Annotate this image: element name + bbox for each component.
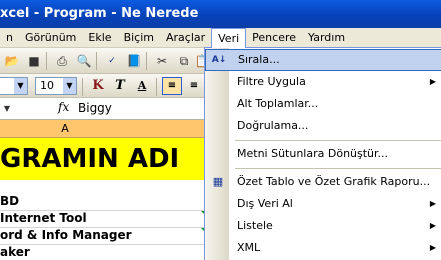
submenu-arrow-icon: ▶ (429, 221, 436, 230)
table-row[interactable]: Internet Tool (0, 211, 210, 228)
menu-tools[interactable]: Araçlar (160, 29, 211, 47)
menu-window[interactable]: Pencere (246, 29, 302, 47)
bold-button[interactable]: K (88, 77, 108, 95)
menu-data[interactable]: Veri (211, 28, 247, 48)
underline-button[interactable]: A (132, 77, 152, 95)
font-size-dropdown[interactable]: 10 ▼ (35, 77, 77, 95)
title-bar: xcel - Program - Ne Nerede (0, 0, 441, 28)
menu-item-sort[interactable]: A↓ Sırala... (205, 49, 441, 71)
toolbar-separator (146, 52, 147, 70)
spelling-icon[interactable]: ✓ (102, 51, 122, 71)
menu-item-label: Dış Veri Al (237, 197, 293, 210)
menu-bar: n Görünüm Ekle Biçim Araçlar Veri Pencer… (0, 28, 441, 48)
submenu-arrow-icon: ▶ (429, 77, 436, 86)
print-icon[interactable]: ⎙ (52, 51, 72, 71)
menu-item-xml[interactable]: XML ▶ (205, 237, 441, 259)
research-icon[interactable]: 📘 (124, 51, 144, 71)
menu-separator (235, 140, 441, 141)
menu-item-label: Filtre Uygula (237, 75, 306, 88)
menu-help[interactable]: Yardım (302, 29, 351, 47)
menu-item-import-external-data[interactable]: Dış Veri Al ▶ (205, 193, 441, 215)
cell-text: aker (0, 245, 30, 259)
align-center-button[interactable]: ≡ (184, 77, 204, 95)
table-row[interactable]: BD (0, 194, 210, 211)
formula-input[interactable]: Biggy (78, 101, 112, 115)
table-row[interactable]: aker (0, 245, 210, 260)
menu-insert[interactable]: Ekle (82, 29, 117, 47)
font-name-dropdown[interactable]: ▼ (0, 77, 28, 95)
menu-item-label: Doğrulama... (237, 119, 309, 132)
toolbar-separator (156, 78, 157, 96)
cell-text: ord & Info Manager (0, 228, 132, 242)
toolbar-separator (82, 78, 83, 96)
menu-item-filter[interactable]: Filtre Uygula ▶ (205, 71, 441, 93)
cell-text: BD (0, 194, 20, 208)
print-preview-icon[interactable]: 🔍 (74, 51, 94, 71)
menu-item-subtotals[interactable]: Alt Toplamlar... (205, 93, 441, 115)
menu-item-label: Metni Sütunlara Dönüştür... (237, 147, 389, 160)
menu-item-pivot-table[interactable]: ▦ Özet Tablo ve Özet Grafik Raporu... (205, 171, 441, 193)
copy-icon[interactable]: ⧉ (174, 51, 194, 71)
menu-item-label: Özet Tablo ve Özet Grafik Raporu... (237, 175, 431, 188)
submenu-arrow-icon: ▶ (429, 199, 436, 208)
menu-view[interactable]: Görünüm (19, 29, 82, 47)
open-icon[interactable]: 📂 (2, 51, 22, 71)
toolbar-separator (96, 52, 97, 70)
table-row[interactable]: ord & Info Manager (0, 228, 210, 245)
save-icon[interactable]: ■ (24, 51, 44, 71)
menu-item-label: Alt Toplamlar... (237, 97, 319, 110)
menu-item-validation[interactable]: Doğrulama... (205, 115, 441, 137)
cell-text: Internet Tool (0, 211, 87, 225)
menu-format[interactable]: Biçim (118, 29, 160, 47)
menu-item-list[interactable]: Listele ▶ (205, 215, 441, 237)
sort-icon: A↓ (211, 55, 227, 65)
cut-icon[interactable]: ✂ (152, 51, 172, 71)
submenu-arrow-icon: ▶ (429, 243, 436, 252)
menu-file[interactable]: n (0, 29, 19, 47)
pivot-table-icon: ▦ (212, 175, 224, 188)
data-menu-dropdown: A↓ Sırala... Filtre Uygula ▶ Alt Toplaml… (204, 47, 441, 260)
align-left-button[interactable]: ≡ (162, 77, 182, 95)
chevron-down-icon: ▼ (63, 78, 76, 94)
fx-icon[interactable]: fx (58, 100, 69, 114)
toolbar-separator (46, 52, 47, 70)
font-size-value: 10 (40, 79, 54, 92)
name-box-dropdown-icon[interactable]: ▼ (0, 100, 14, 117)
menu-item-text-to-columns[interactable]: Metni Sütunlara Dönüştür... (205, 143, 441, 165)
menu-item-label: Listele (237, 219, 273, 232)
window-title: xcel - Program - Ne Nerede (0, 6, 199, 21)
title-cell[interactable]: GRAMIN ADI (0, 138, 210, 180)
column-header-a[interactable]: A (0, 120, 130, 138)
italic-button[interactable]: T (110, 77, 130, 95)
menu-item-label: Sırala... (238, 53, 280, 66)
chevron-down-icon: ▼ (14, 78, 27, 94)
menu-item-label: XML (237, 241, 261, 254)
menu-separator (235, 168, 441, 169)
